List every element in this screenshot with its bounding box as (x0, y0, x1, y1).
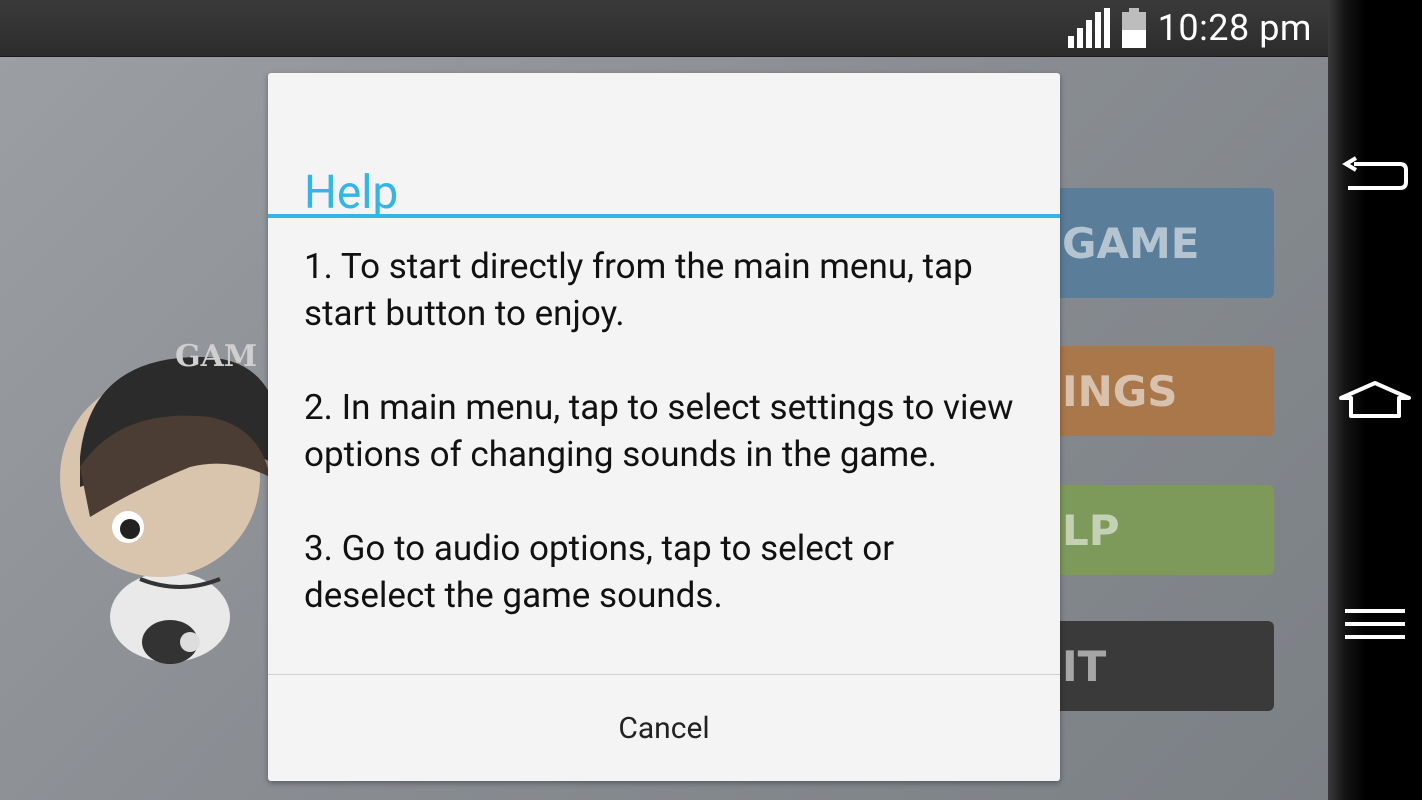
menu-button-label: LP (1062, 505, 1120, 555)
help-paragraph: 3. Go to audio options, tap to select or… (304, 528, 895, 616)
dialog-title: Help (304, 166, 399, 220)
home-icon (1339, 381, 1411, 418)
menu-button-label: INGS (1062, 366, 1178, 416)
navigation-bar (1328, 0, 1422, 800)
menu-button-label: GAME (1062, 218, 1200, 268)
cap-text: GAM (175, 339, 258, 374)
cancel-button[interactable]: Cancel (268, 675, 1060, 781)
help-dialog: Help 1. To start directly from the main … (268, 73, 1060, 781)
home-button[interactable] (1328, 360, 1422, 440)
back-button[interactable] (1328, 136, 1422, 216)
menu-button-label: IT (1062, 641, 1107, 691)
help-paragraph: 2. In main menu, tap to select settings … (304, 387, 1014, 475)
dialog-body[interactable]: 1. To start directly from the main menu,… (304, 243, 1034, 663)
status-bar: 10:28 pm (0, 0, 1328, 57)
back-icon (1342, 156, 1408, 190)
battery-icon (1121, 8, 1146, 48)
clock: 10:28 pm (1157, 7, 1312, 49)
title-divider (268, 214, 1060, 218)
help-paragraph: 1. To start directly from the main menu,… (304, 246, 973, 334)
signal-icon (1067, 8, 1110, 48)
menu-button[interactable] (1328, 584, 1422, 664)
menu-icon (1345, 609, 1405, 639)
